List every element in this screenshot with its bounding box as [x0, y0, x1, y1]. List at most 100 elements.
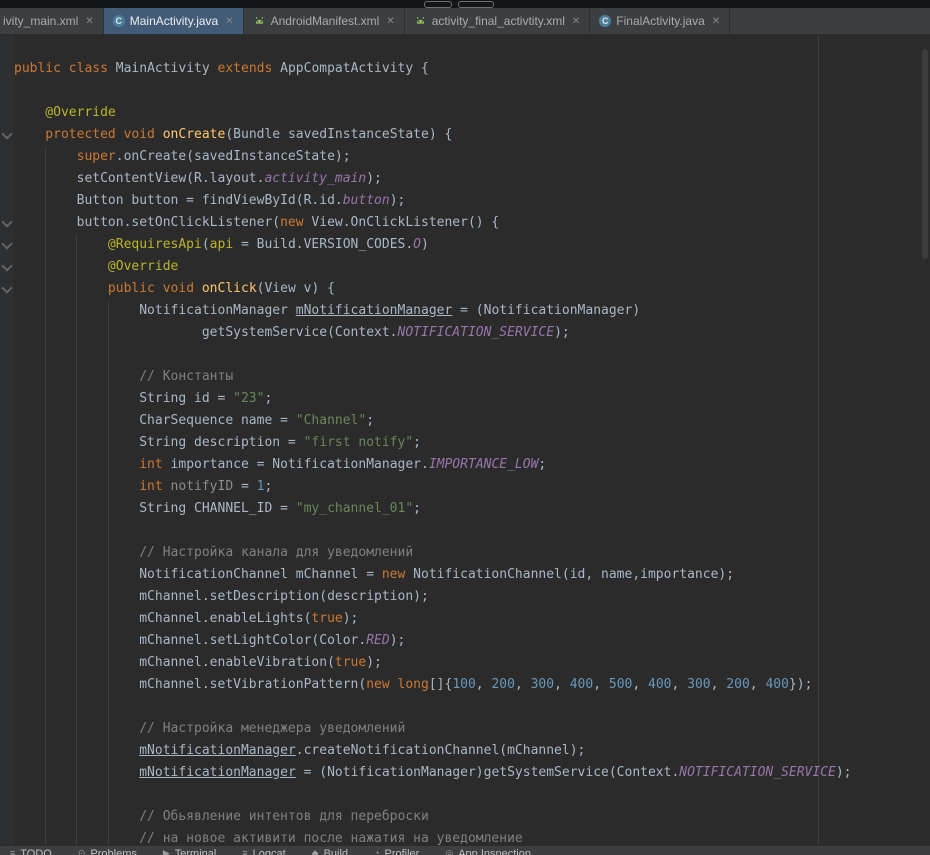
code-token: [116, 127, 124, 142]
code-line[interactable]: // на новое активити после нажатия на ув…: [14, 828, 852, 845]
code-token: mChannel.enableVibration(: [14, 655, 335, 670]
code-line[interactable]: String CHANNEL_ID = "my_channel_01";: [14, 498, 852, 520]
tab-finalactivity-java[interactable]: CFinalActivity.java✕: [590, 8, 730, 34]
toolbar-button-partial[interactable]: [424, 1, 452, 8]
code-token: int: [14, 479, 163, 494]
fold-marker[interactable]: [1, 216, 12, 227]
code-token: NOTIFICATION_SERVICE: [398, 325, 555, 340]
code-line[interactable]: String description = "first notify";: [14, 432, 852, 454]
code-line[interactable]: [14, 80, 852, 102]
fold-marker[interactable]: [1, 260, 12, 271]
code-line[interactable]: public void onClick(View v) {: [14, 278, 852, 300]
status-bar: ≡TODO ⊙Problems ▶Terminal ≡Logcat ◆Build ◔Pro…: [0, 845, 930, 855]
code-line[interactable]: NotificationManager mNotificationManager…: [14, 300, 852, 322]
tab-close-icon[interactable]: ✕: [85, 16, 93, 27]
status-bar-items: ≡TODO ⊙Problems ▶Terminal ≡Logcat ◆Build ◔Pro…: [0, 846, 930, 855]
code-line[interactable]: protected void onCreate(Bundle savedInst…: [14, 124, 852, 146]
code-line[interactable]: mChannel.setVibrationPattern(new long[]{…: [14, 674, 852, 696]
toolwindow-button-profiler[interactable]: ◔Profiler: [374, 848, 419, 855]
code-token: NotificationManager: [14, 303, 296, 318]
scrollbar-thumb[interactable]: [922, 49, 928, 259]
code-token: );: [343, 611, 359, 626]
code-line[interactable]: NotificationChannel mChannel = new Notif…: [14, 564, 852, 586]
editor[interactable]: public class MainActivity extends AppCom…: [0, 35, 930, 845]
code-line[interactable]: [14, 784, 852, 806]
code-token: [14, 743, 139, 758]
code-line[interactable]: // Настройка менеджера уведомлений: [14, 718, 852, 740]
code-token: );: [390, 193, 406, 208]
code-token: int: [14, 457, 163, 472]
tab-close-icon[interactable]: ✕: [572, 16, 580, 27]
toolwindow-button-problems[interactable]: ⊙Problems: [78, 848, 137, 855]
tab-close-icon[interactable]: ✕: [712, 16, 720, 27]
code-token: RED: [366, 633, 389, 648]
code-token: onCreate: [163, 127, 226, 142]
code-line[interactable]: int importance = NotificationManager.IMP…: [14, 454, 852, 476]
toolwindow-button-app-inspection[interactable]: ◎App Inspection: [445, 848, 531, 855]
code-line[interactable]: mChannel.enableVibration(true);: [14, 652, 852, 674]
code-line[interactable]: public class MainActivity extends AppCom…: [14, 58, 852, 80]
code-line[interactable]: @Override: [14, 256, 852, 278]
code-line[interactable]: getSystemService(Context.NOTIFICATION_SE…: [14, 322, 852, 344]
tab-activity-final-activtity-xml[interactable]: activity_final_activtity.xml ✕: [405, 8, 591, 34]
tab-mainactivity-java[interactable]: CMainActivity.java✕: [104, 8, 244, 34]
code-token: extends: [218, 61, 273, 76]
code-line[interactable]: CharSequence name = "Channel";: [14, 410, 852, 432]
code-line[interactable]: @Override: [14, 102, 852, 124]
toolwindow-button-build[interactable]: ◆Build: [312, 848, 348, 855]
code-token: AppCompatActivity {: [272, 61, 429, 76]
terminal-icon: ▶: [163, 848, 170, 855]
code-line[interactable]: setContentView(R.layout.activity_main);: [14, 168, 852, 190]
code-token: IMPORTANCE_LOW: [429, 457, 539, 472]
toolwindow-label: App Inspection: [458, 848, 531, 855]
code-line[interactable]: [14, 344, 852, 366]
code-token: NotificationChannel(id, name,importance)…: [405, 567, 734, 582]
code-line[interactable]: // Константы: [14, 366, 852, 388]
code-line[interactable]: mNotificationManager = (NotificationMana…: [14, 762, 852, 784]
code-line[interactable]: // Обьявление интентов для переброски: [14, 806, 852, 828]
code-token: api: [210, 237, 233, 252]
tab-label: activity_final_activtity.xml: [432, 14, 565, 28]
code-line[interactable]: Button button = findViewById(R.id.button…: [14, 190, 852, 212]
code-line[interactable]: mChannel.enableLights(true);: [14, 608, 852, 630]
code-token: mChannel.setDescription(description);: [14, 589, 429, 604]
code-line[interactable]: @RequiresApi(api = Build.VERSION_CODES.O…: [14, 234, 852, 256]
code-line[interactable]: mChannel.setDescription(description);: [14, 586, 852, 608]
tab-label: FinalActivity.java: [616, 14, 704, 28]
toolbar-button-partial[interactable]: [458, 1, 494, 8]
code-token: ;: [413, 501, 421, 516]
fold-marker[interactable]: [1, 238, 12, 249]
code-token: onClick: [202, 281, 257, 296]
tab-ivity-main-xml[interactable]: ivity_main.xml✕: [0, 8, 104, 34]
tab-androidmanifest-xml[interactable]: AndroidManifest.xml✕: [244, 8, 405, 34]
code-line[interactable]: mChannel.setLightColor(Color.RED);: [14, 630, 852, 652]
code-token: });: [789, 677, 812, 692]
toolwindow-button-todo[interactable]: ≡TODO: [10, 848, 52, 855]
code-line[interactable]: button.setOnClickListener(new View.OnCli…: [14, 212, 852, 234]
code-token: // на новое активити после нажатия на ув…: [14, 831, 523, 845]
code-line[interactable]: [14, 696, 852, 718]
toolwindow-label: Profiler: [384, 848, 419, 855]
code-token: String id =: [14, 391, 233, 406]
code-token: []{: [429, 677, 452, 692]
code-line[interactable]: String id = "23";: [14, 388, 852, 410]
code-token: "my_channel_01": [296, 501, 413, 516]
android-icon: [414, 15, 427, 28]
code-token: importance = NotificationManager.: [163, 457, 429, 472]
code-line[interactable]: super.onCreate(savedInstanceState);: [14, 146, 852, 168]
code-line[interactable]: [14, 520, 852, 542]
code-line[interactable]: // Настройка канала для уведомлений: [14, 542, 852, 564]
tab-close-icon[interactable]: ✕: [225, 16, 233, 27]
toolwindow-button-terminal[interactable]: ▶Terminal: [163, 848, 217, 855]
fold-marker[interactable]: [1, 128, 12, 139]
toolwindow-button-logcat[interactable]: ≡Logcat: [242, 848, 285, 855]
tab-close-icon[interactable]: ✕: [386, 16, 394, 27]
code-line[interactable]: mNotificationManager.createNotificationC…: [14, 740, 852, 762]
fold-marker[interactable]: [1, 282, 12, 293]
code-line[interactable]: int notifyID = 1;: [14, 476, 852, 498]
code-token: = (NotificationManager): [452, 303, 640, 318]
code-token: ,: [632, 677, 648, 692]
code-token: "first notify": [304, 435, 414, 450]
code-token: ;: [264, 391, 272, 406]
class-icon: C: [113, 15, 125, 27]
